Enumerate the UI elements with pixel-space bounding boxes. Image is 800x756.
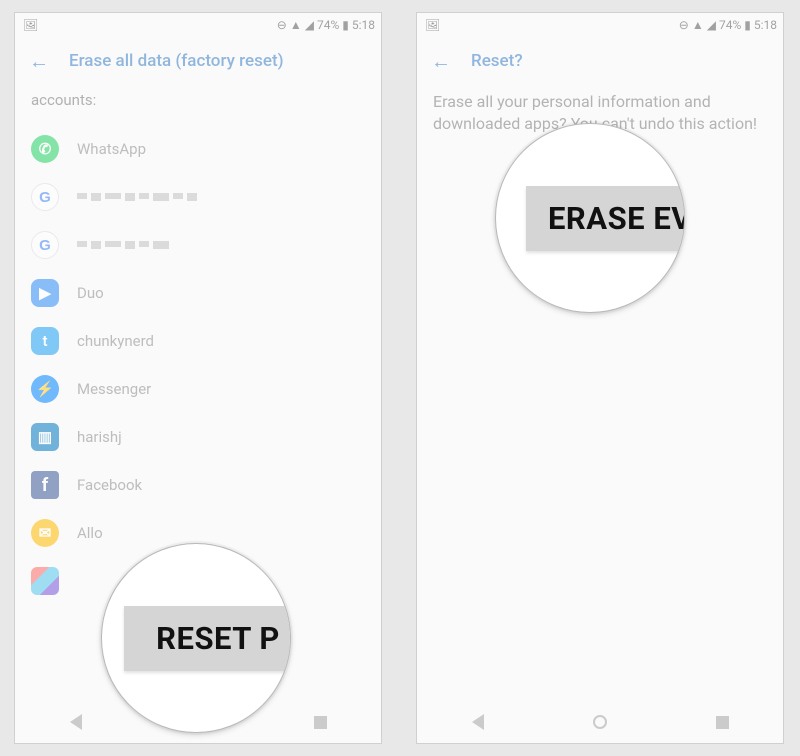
- list-item-label: Allo: [77, 524, 103, 542]
- image-indicator-icon: 🖼: [425, 18, 440, 32]
- list-item: ▶ Duo: [31, 269, 365, 317]
- phone-screen-b: 🖼 ⊖ ▲ ◢ 74% ▮ 5:18 ← Reset? Erase all yo…: [416, 12, 784, 744]
- list-item: ⚡ Messenger: [31, 365, 365, 413]
- dnd-icon: ⊖: [277, 18, 287, 32]
- facebook-icon: f: [31, 471, 59, 499]
- magnifier-callout: RESET P: [101, 543, 291, 733]
- nav-recent-icon[interactable]: [314, 716, 327, 729]
- status-bar: 🖼 ⊖ ▲ ◢ 74% ▮ 5:18: [417, 13, 783, 37]
- list-item: G: [31, 173, 365, 221]
- list-item: f Facebook: [31, 461, 365, 509]
- list-item-label: chunkynerd: [77, 332, 154, 350]
- clock: 5:18: [352, 18, 375, 32]
- nav-recent-icon[interactable]: [716, 716, 729, 729]
- list-item-label: Duo: [77, 284, 104, 302]
- battery-icon: ▮: [342, 18, 349, 32]
- signal-icon: ◢: [707, 18, 716, 32]
- accounts-list: ✆ WhatsApp G G ▶ Duo t chunkynerd: [31, 125, 365, 605]
- whatsapp-icon: ✆: [31, 135, 59, 163]
- app-header: ← Reset?: [417, 37, 783, 85]
- other-icon: [31, 567, 59, 595]
- list-item-label: harishj: [77, 428, 122, 446]
- page-title: Erase all data (factory reset): [69, 51, 284, 71]
- list-item-label: WhatsApp: [77, 140, 146, 158]
- messenger-icon: ⚡: [31, 375, 59, 403]
- redacted-label: [77, 193, 197, 201]
- list-item: t chunkynerd: [31, 317, 365, 365]
- battery-pct: 74%: [317, 18, 339, 32]
- clock: 5:18: [754, 18, 777, 32]
- app-header: ← Erase all data (factory reset): [15, 37, 381, 85]
- wifi-icon: ▲: [290, 18, 302, 32]
- list-item: ✆ WhatsApp: [31, 125, 365, 173]
- signal-icon: ◢: [305, 18, 314, 32]
- list-item-label: Facebook: [77, 476, 142, 494]
- battery-pct: 74%: [719, 18, 741, 32]
- allo-icon: ✉: [31, 519, 59, 547]
- duo-icon: ▶: [31, 279, 59, 307]
- nav-back-icon[interactable]: [472, 714, 484, 730]
- erase-everything-button[interactable]: ERASE EV: [526, 186, 685, 251]
- phone-screen-a: 🖼 ⊖ ▲ ◢ 74% ▮ 5:18 ← Erase all data (fac…: [14, 12, 382, 744]
- battery-icon: ▮: [744, 18, 751, 32]
- wifi-icon: ▲: [692, 18, 704, 32]
- nav-bar: [417, 701, 783, 743]
- trello-icon: ▥: [31, 423, 59, 451]
- back-icon[interactable]: ←: [431, 49, 451, 74]
- twitter-icon: t: [31, 327, 59, 355]
- reset-phone-button[interactable]: RESET P: [124, 606, 291, 671]
- list-item-label: Messenger: [77, 380, 151, 398]
- google-icon: G: [31, 183, 59, 211]
- google-icon: G: [31, 231, 59, 259]
- accounts-subheading: accounts:: [31, 91, 365, 109]
- redacted-label: [77, 241, 169, 249]
- list-item: G: [31, 221, 365, 269]
- page-title: Reset?: [471, 51, 523, 71]
- list-item: ▥ harishj: [31, 413, 365, 461]
- nav-back-icon[interactable]: [70, 714, 82, 730]
- magnifier-callout: ERASE EV: [495, 123, 685, 313]
- nav-home-icon[interactable]: [593, 715, 607, 729]
- image-indicator-icon: 🖼: [23, 18, 38, 32]
- back-icon[interactable]: ←: [29, 49, 49, 74]
- dnd-icon: ⊖: [679, 18, 689, 32]
- status-bar: 🖼 ⊖ ▲ ◢ 74% ▮ 5:18: [15, 13, 381, 37]
